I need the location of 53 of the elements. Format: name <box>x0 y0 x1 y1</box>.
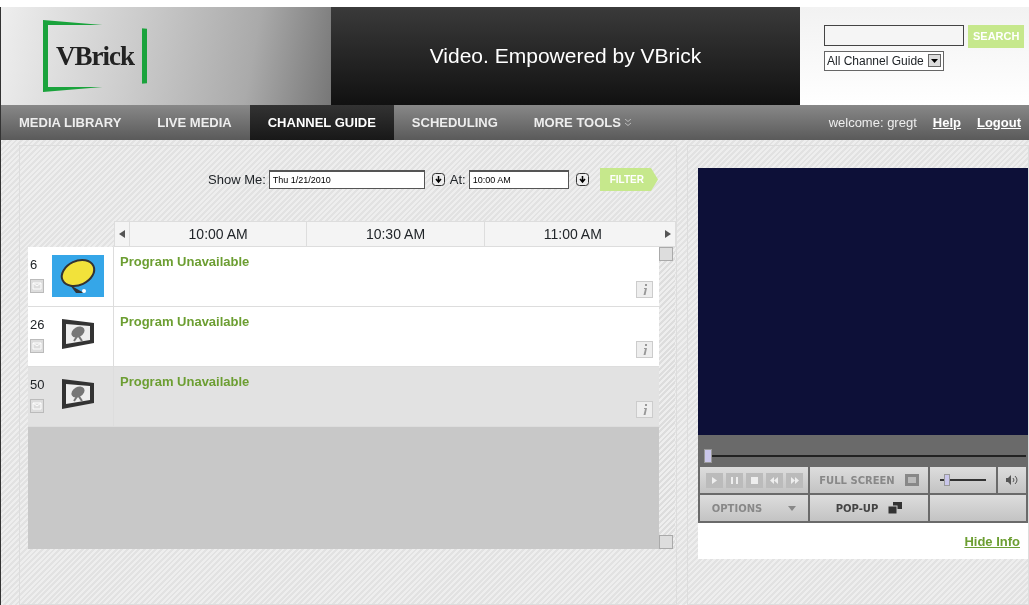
info-icon[interactable] <box>636 341 653 358</box>
nav-tab[interactable]: MORE TOOLS <box>515 105 649 140</box>
channel-row[interactable]: 26 Program Unavailable <box>28 307 659 367</box>
fullscreen-button[interactable]: FULL SCREEN <box>810 467 928 493</box>
pause-icon[interactable] <box>725 472 743 488</box>
popup-button[interactable]: POP-UP <box>810 495 928 521</box>
nav-link[interactable]: Help <box>932 112 961 133</box>
logo: VBrick <box>43 20 147 92</box>
time-label: 10:00 AM <box>188 224 248 244</box>
fast-forward-icon[interactable] <box>785 472 803 488</box>
speaker-icon[interactable] <box>1006 475 1018 485</box>
scrollbar[interactable] <box>659 247 675 549</box>
right-arrow-icon[interactable] <box>665 230 671 238</box>
time-label: 10:30 AM <box>365 224 426 244</box>
nav-tab[interactable]: SCHEDULING <box>393 105 516 140</box>
search-field[interactable] <box>824 25 964 46</box>
channel-number: 26 <box>30 316 45 334</box>
field-label: At: <box>449 170 466 189</box>
welcome-text: welcome: gregt <box>828 113 917 132</box>
nav-tab[interactable]: MEDIA LIBRARY <box>1 105 140 140</box>
envelope-icon[interactable] <box>30 338 44 353</box>
nav-link[interactable]: Logout <box>976 112 1021 133</box>
program-title[interactable]: Program Unavailable <box>120 252 653 272</box>
channel-number: 50 <box>30 376 45 394</box>
volume-thumb[interactable] <box>944 474 950 486</box>
info-icon[interactable] <box>636 281 653 298</box>
caret-icon <box>788 505 797 511</box>
tagline: Video. Empowered by VBrick <box>429 43 702 70</box>
program-title[interactable]: Program Unavailable <box>120 372 653 392</box>
hide-info-link[interactable]: Hide Info <box>964 534 1020 549</box>
channel-row[interactable]: 50 Program Unavailable <box>28 367 659 427</box>
time-field[interactable]: 10:00 AM <box>468 170 569 189</box>
scope-dropdown[interactable]: All Channel Guide <box>824 50 944 71</box>
popup-window-icon <box>888 502 903 514</box>
envelope-icon[interactable] <box>30 278 44 293</box>
nav-tab[interactable]: CHANNEL GUIDE <box>249 105 394 140</box>
field-label: Show Me: <box>208 170 266 189</box>
stop-icon[interactable] <box>745 472 763 488</box>
options-dropdown[interactable]: OPTIONS <box>700 495 808 521</box>
date-field[interactable]: Thu 1/21/2010 <box>268 170 425 189</box>
envelope-icon[interactable] <box>30 398 44 413</box>
play-icon[interactable] <box>705 472 723 488</box>
time-label: 11:00 AM <box>543 224 602 244</box>
channel-number: 6 <box>30 256 39 274</box>
left-arrow-icon[interactable] <box>119 230 125 238</box>
nav-tab[interactable]: LIVE MEDIA <box>139 105 250 140</box>
seek-thumb[interactable] <box>704 449 712 463</box>
program-title[interactable]: Program Unavailable <box>120 312 653 332</box>
rewind-icon[interactable] <box>765 472 783 488</box>
satellite-dish-icon <box>52 255 104 297</box>
fullscreen-icon <box>904 474 919 486</box>
channel-row[interactable]: 6 Program Unavailable <box>28 247 659 307</box>
info-icon[interactable] <box>636 401 653 418</box>
